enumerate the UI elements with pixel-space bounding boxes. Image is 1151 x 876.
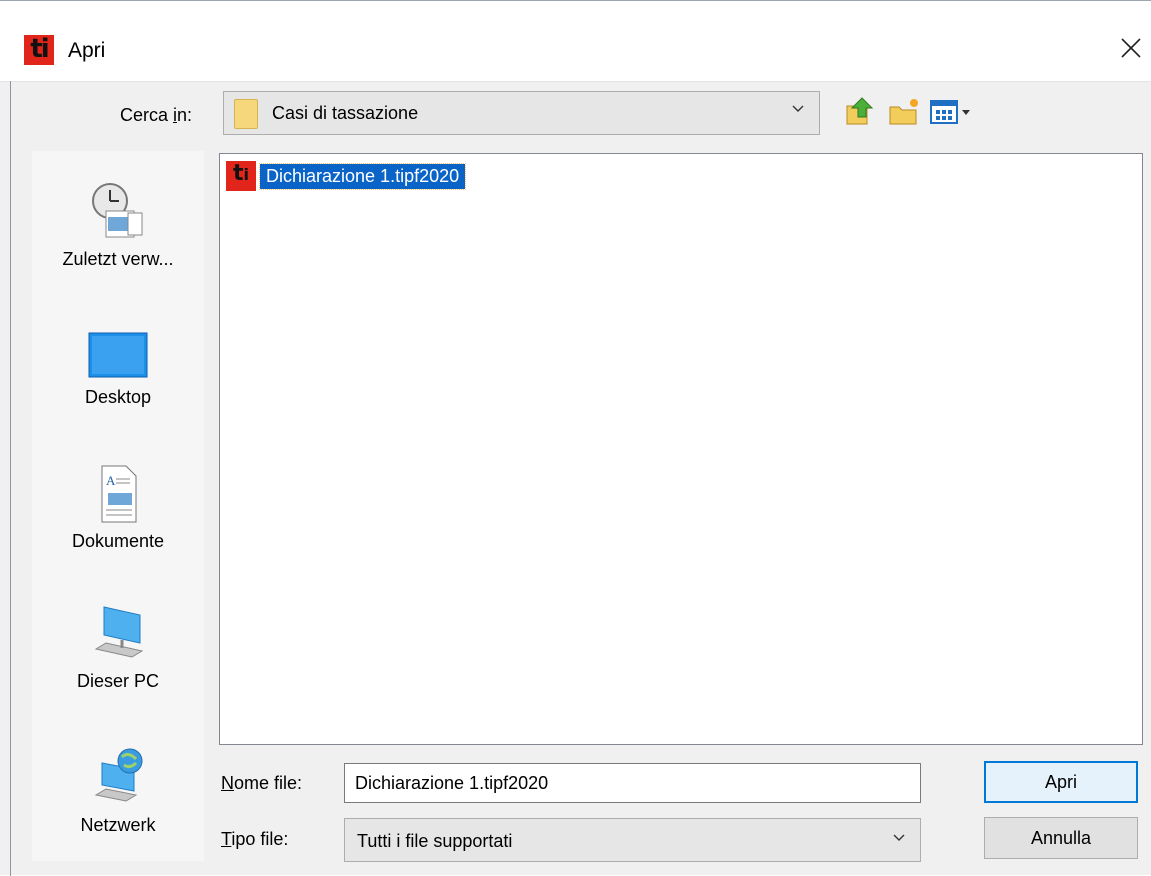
- look-in-value: Casi di tassazione: [272, 103, 419, 123]
- look-in-label: Cerca in:: [120, 105, 193, 125]
- file-name-label: Nome file:: [221, 773, 303, 793]
- recent-places-icon: [92, 183, 143, 238]
- file-list[interactable]: ti Dichiarazione 1.tipf2020: [219, 153, 1143, 745]
- computer-icon: [94, 606, 144, 658]
- up-one-level-button[interactable]: [842, 95, 878, 129]
- place-label: Dokumente: [71, 531, 165, 551]
- place-label: Dieser PC: [76, 671, 160, 691]
- cancel-button[interactable]: Annulla: [984, 817, 1138, 859]
- desktop-icon: [88, 332, 148, 378]
- file-name: Dichiarazione 1.tipf2020: [258, 162, 467, 190]
- file-type-combobox[interactable]: Tutti i file supportati: [344, 818, 921, 862]
- view-menu-button[interactable]: [928, 95, 976, 129]
- open-button[interactable]: Apri: [984, 761, 1138, 803]
- place-label: Zuletzt verw...: [62, 249, 174, 269]
- app-logo-icon: ti: [24, 35, 54, 65]
- place-network[interactable]: Netzwerk: [32, 747, 204, 836]
- place-label: Netzwerk: [80, 815, 156, 835]
- place-recent[interactable]: Zuletzt verw...: [32, 179, 204, 270]
- window-title: Apri: [68, 39, 106, 62]
- file-item[interactable]: ti Dichiarazione 1.tipf2020: [226, 161, 467, 191]
- look-in-combobox[interactable]: Casi di tassazione: [223, 91, 820, 135]
- place-documents[interactable]: A Dokumente: [32, 463, 204, 552]
- network-icon: [94, 748, 143, 802]
- close-icon: [1121, 38, 1141, 58]
- svg-text:A: A: [106, 473, 116, 488]
- place-desktop[interactable]: Desktop: [32, 329, 204, 408]
- places-bar: Zuletzt verw... Desktop A Dokumente Dies…: [32, 151, 204, 861]
- close-button[interactable]: [1100, 23, 1150, 73]
- folder-icon: [234, 99, 258, 129]
- create-new-folder-button[interactable]: [886, 95, 922, 129]
- file-name-input[interactable]: [344, 763, 921, 803]
- chevron-down-icon: [792, 105, 804, 112]
- documents-icon: A: [101, 465, 137, 523]
- place-label: Desktop: [84, 387, 152, 407]
- folder-up-icon: [846, 97, 874, 125]
- place-this-pc[interactable]: Dieser PC: [32, 603, 204, 692]
- title-bar: ti Apri: [0, 1, 1151, 82]
- window-frame-edge: [10, 81, 11, 876]
- file-type-value: Tutti i file supportati: [357, 831, 513, 851]
- chevron-down-icon: [893, 834, 905, 841]
- file-type-label: Tipo file:: [221, 829, 289, 849]
- new-folder-icon: [889, 99, 918, 125]
- tipf-file-icon: ti: [226, 161, 256, 191]
- view-menu-icon: [930, 100, 970, 124]
- open-dialog: ti Apri Cerca in: Casi di tassazione Zul…: [0, 0, 1151, 876]
